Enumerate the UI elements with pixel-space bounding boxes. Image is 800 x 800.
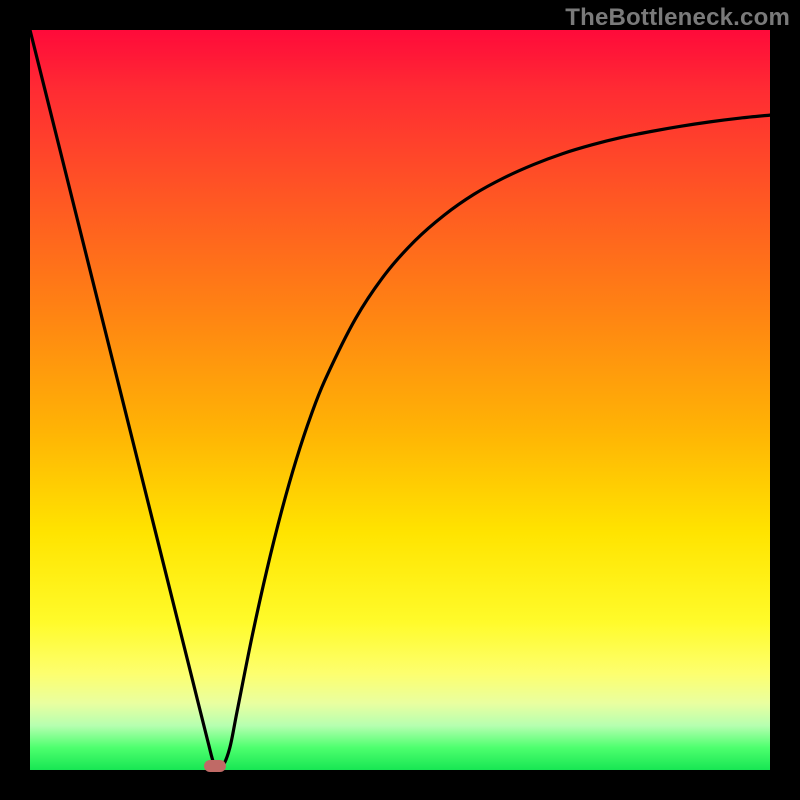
watermark-text: TheBottleneck.com <box>565 4 790 32</box>
chart-frame: TheBottleneck.com <box>0 0 800 800</box>
plot-area <box>30 30 770 770</box>
optimal-point-marker <box>204 760 226 772</box>
curve-svg <box>30 30 770 770</box>
bottleneck-curve <box>30 30 770 769</box>
